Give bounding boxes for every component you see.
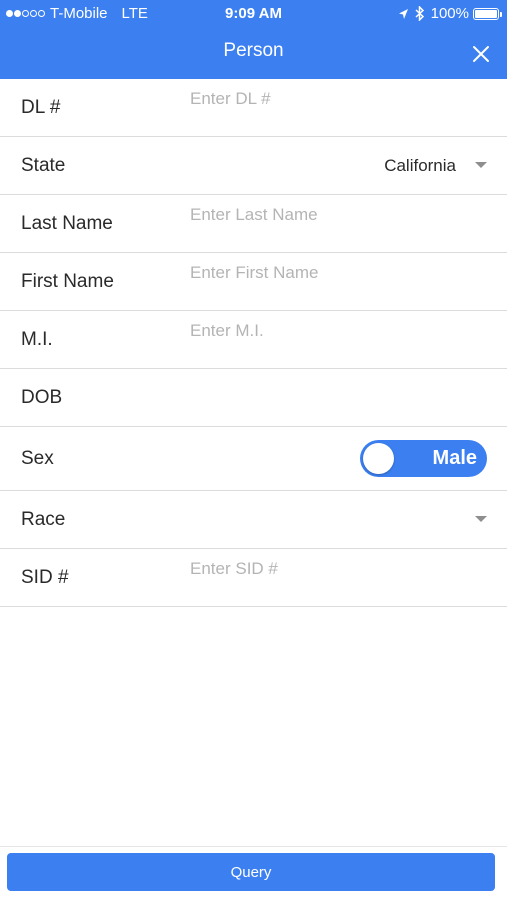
chevron-down-icon[interactable] [475, 516, 487, 522]
chevron-down-icon[interactable] [475, 162, 487, 168]
dl-input[interactable] [190, 81, 490, 117]
dl-label: DL # [21, 96, 61, 118]
battery-icon [473, 7, 502, 20]
sid-row: SID # [0, 549, 507, 607]
sex-toggle-label: Male [432, 447, 477, 469]
mi-input[interactable] [190, 313, 490, 349]
footer-bar: Query [0, 846, 507, 901]
person-form: DL # State California Last Name First Na… [0, 79, 507, 607]
sex-label: Sex [21, 447, 54, 469]
race-label: Race [21, 508, 66, 530]
race-row[interactable]: Race [0, 491, 507, 549]
status-bar: T-Mobile LTE 9:09 AM 100% [0, 0, 507, 28]
sid-input[interactable] [190, 551, 490, 587]
mi-row: M.I. [0, 311, 507, 369]
dl-row: DL # [0, 79, 507, 137]
dob-label: DOB [21, 386, 63, 408]
status-right: 100% [398, 5, 502, 22]
state-label: State [21, 154, 66, 176]
toggle-knob[interactable] [363, 443, 394, 474]
bluetooth-icon [415, 6, 424, 21]
page-title: Person [223, 40, 284, 61]
battery-percent: 100% [430, 5, 469, 22]
state-select[interactable]: California [384, 137, 456, 194]
sid-label: SID # [21, 566, 69, 588]
last-name-row: Last Name [0, 195, 507, 253]
sex-row: Sex Male [0, 427, 507, 491]
dob-row[interactable]: DOB [0, 369, 507, 427]
navigation-bar: T-Mobile LTE 9:09 AM 100% Person [0, 0, 507, 79]
query-button[interactable]: Query [7, 853, 495, 891]
first-name-row: First Name [0, 253, 507, 311]
last-name-label: Last Name [21, 212, 113, 234]
last-name-input[interactable] [190, 197, 490, 233]
location-arrow-icon [398, 8, 408, 19]
state-row[interactable]: State California [0, 137, 507, 195]
mi-label: M.I. [21, 328, 53, 350]
first-name-label: First Name [21, 270, 114, 292]
first-name-input[interactable] [190, 255, 490, 291]
sex-toggle[interactable]: Male [360, 440, 487, 477]
close-icon[interactable] [472, 45, 490, 63]
